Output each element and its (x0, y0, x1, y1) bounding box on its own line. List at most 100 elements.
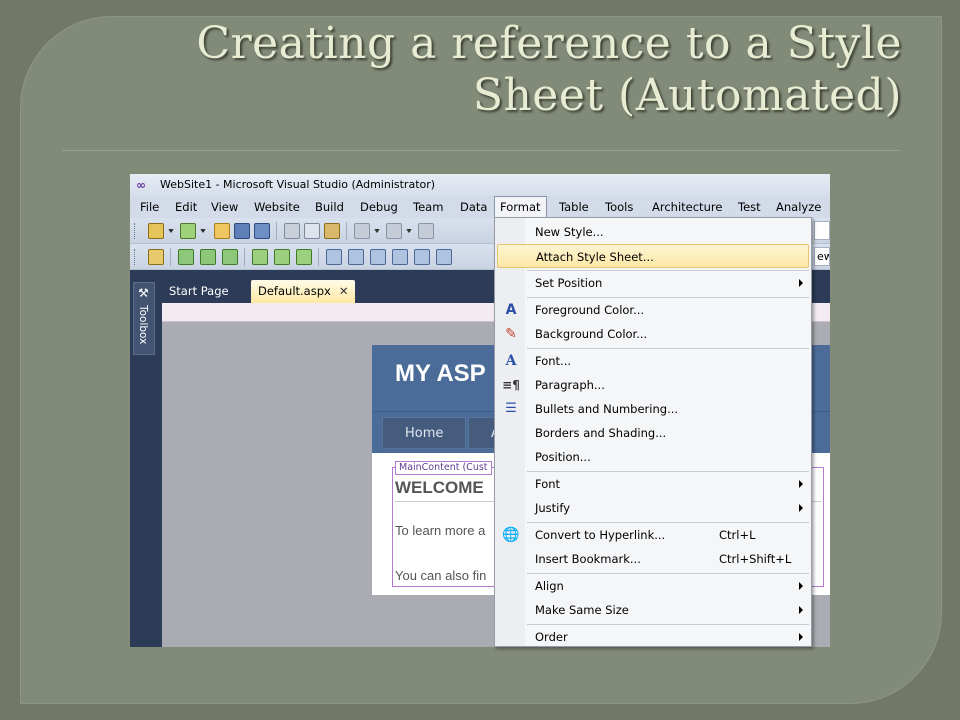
menu-data[interactable]: Data (459, 196, 488, 218)
menu-item-order[interactable]: Order (497, 625, 809, 649)
toolbar-separator (244, 248, 245, 266)
menu-file[interactable]: File (139, 196, 160, 218)
menu-item-bullets-numbering[interactable]: ☰ Bullets and Numbering... (497, 397, 809, 421)
copy-icon[interactable] (304, 223, 320, 239)
navigate-back-icon[interactable] (418, 223, 434, 239)
menu-item-borders-shading[interactable]: Borders and Shading... (497, 421, 809, 445)
menu-item-attach-style-sheet[interactable]: Attach Style Sheet... (497, 244, 809, 268)
menu-item-label: Insert Bookmark... (535, 552, 641, 566)
menu-item-justify[interactable]: Justify (497, 496, 809, 520)
menu-item-label: Paragraph... (535, 378, 605, 392)
indent-icon[interactable] (392, 249, 408, 265)
slide-title: Creating a reference to a Style Sheet (A… (142, 18, 902, 122)
close-tab-icon[interactable]: ✕ (339, 284, 349, 298)
menu-bar: File Edit View Website Build Debug Team … (130, 196, 830, 219)
menu-item-label: Set Position (535, 276, 603, 290)
toolbar-grip[interactable] (134, 249, 137, 265)
properties-icon[interactable] (148, 249, 164, 265)
menu-format[interactable]: Format (494, 196, 547, 219)
bookmark-icon[interactable] (414, 249, 430, 265)
uncomment-icon[interactable] (348, 249, 364, 265)
menu-item-font-dialog[interactable]: A Font... (497, 349, 809, 373)
menu-build[interactable]: Build (314, 196, 345, 218)
open-folder-icon[interactable] (214, 223, 230, 239)
menu-item-label: Order (535, 630, 568, 644)
toolbar-search-box[interactable] (814, 221, 830, 240)
toolbar-separator (318, 248, 319, 266)
tab-start-page[interactable]: Start Page (162, 280, 236, 303)
step-over-icon[interactable] (222, 249, 238, 265)
add-item-icon[interactable] (180, 223, 196, 239)
publish-icon[interactable] (296, 249, 312, 265)
tab-default-aspx[interactable]: Default.aspx ✕ (251, 280, 356, 303)
bullets-icon: ☰ (505, 401, 517, 416)
paste-icon[interactable] (324, 223, 340, 239)
menu-item-label: Background Color... (535, 327, 648, 341)
submenu-arrow-icon (799, 504, 803, 512)
menu-item-new-style[interactable]: New Style... (497, 220, 809, 244)
step-icon[interactable] (200, 249, 216, 265)
slide-title-line2: Sheet (Automated) (472, 70, 902, 121)
slide-title-line1: Creating a reference to a Style (196, 18, 902, 69)
menu-team[interactable]: Team (412, 196, 444, 218)
menu-table[interactable]: Table (558, 196, 590, 218)
start-debug-icon[interactable] (178, 249, 194, 265)
menu-item-font-submenu[interactable]: Font (497, 472, 809, 496)
menu-item-background-color[interactable]: ✎ Background Color... (497, 322, 809, 346)
menu-analyze[interactable]: Analyze (775, 196, 822, 218)
outdent-icon[interactable] (370, 249, 386, 265)
menu-item-label: Make Same Size (535, 603, 629, 617)
save-icon[interactable] (234, 223, 250, 239)
menu-test[interactable]: Test (737, 196, 762, 218)
new-project-icon[interactable] (148, 223, 164, 239)
menu-item-label: Position... (535, 450, 591, 464)
menu-item-align[interactable]: Align (497, 574, 809, 598)
dropdown-arrow-icon[interactable] (374, 229, 380, 233)
menu-website[interactable]: Website (253, 196, 301, 218)
menu-item-label: Justify (535, 501, 571, 515)
rebuild-icon[interactable] (274, 249, 290, 265)
save-all-icon[interactable] (254, 223, 270, 239)
menu-item-set-position[interactable]: Set Position (497, 271, 809, 295)
toolbar-grip[interactable] (134, 223, 137, 239)
toolbar-separator (346, 222, 347, 240)
menu-item-label: Bullets and Numbering... (535, 402, 679, 416)
menu-item-label: Font (535, 477, 561, 491)
menu-item-label: Foreground Color... (535, 303, 645, 317)
dropdown-arrow-icon[interactable] (168, 229, 174, 233)
menu-view[interactable]: View (210, 196, 239, 218)
menu-item-insert-bookmark[interactable]: Insert Bookmark... Ctrl+Shift+L (497, 547, 809, 571)
page-header-title: MY ASP (395, 360, 486, 387)
menu-item-convert-hyperlink[interactable]: 🌐 Convert to Hyperlink... Ctrl+L (497, 523, 809, 547)
cut-icon[interactable] (284, 223, 300, 239)
dropdown-arrow-icon[interactable] (200, 229, 206, 233)
toolbox-label: Toolbox (137, 305, 149, 345)
dropdown-arrow-icon[interactable] (406, 229, 412, 233)
menu-item-shortcut: Ctrl+Shift+L (719, 552, 792, 566)
menu-architecture[interactable]: Architecture (651, 196, 723, 218)
menu-debug[interactable]: Debug (359, 196, 399, 218)
nav-home[interactable]: Home (382, 417, 467, 449)
menu-edit[interactable]: Edit (174, 196, 198, 218)
foreground-color-icon: A (505, 302, 517, 318)
submenu-arrow-icon (799, 582, 803, 590)
toolbar-combo-box[interactable]: ew (814, 247, 830, 266)
submenu-arrow-icon (799, 633, 803, 641)
menu-item-make-same-size[interactable]: Make Same Size (497, 598, 809, 622)
toolbar-separator (170, 248, 171, 266)
menu-item-foreground-color[interactable]: A Foreground Color... (497, 298, 809, 322)
menu-tools[interactable]: Tools (604, 196, 634, 218)
comment-icon[interactable] (326, 249, 342, 265)
next-bookmark-icon[interactable] (436, 249, 452, 265)
toolbar-separator (276, 222, 277, 240)
redo-icon[interactable] (386, 223, 402, 239)
content-paragraph-2: You can also fin (395, 568, 487, 583)
hyperlink-icon: 🌐 (502, 527, 520, 543)
toolbox-tab[interactable]: ⚒ Toolbox (133, 282, 155, 355)
tab-default-aspx-label: Default.aspx (258, 284, 331, 298)
undo-icon[interactable] (354, 223, 370, 239)
menu-item-position[interactable]: Position... (497, 445, 809, 469)
build-icon[interactable] (252, 249, 268, 265)
menu-item-paragraph[interactable]: ≡¶ Paragraph... (497, 373, 809, 397)
toolbox-icon: ⚒ (138, 286, 149, 300)
